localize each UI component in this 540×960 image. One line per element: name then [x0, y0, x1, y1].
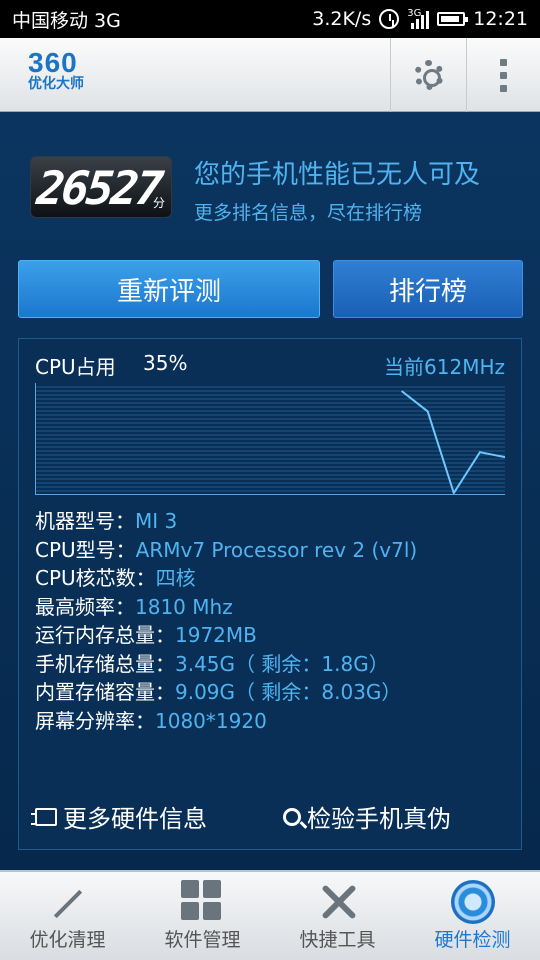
- clock: 12:21: [473, 8, 528, 30]
- cpu-frequency: 当前612MHz: [384, 355, 505, 379]
- spec-row: 手机存储总量：3.45G（ 剩余：1.8G）: [35, 651, 389, 676]
- performance-headline: 您的手机性能已无人可及: [194, 160, 481, 190]
- settings-button[interactable]: [390, 38, 466, 112]
- spec-list: 机器型号：MI 3 CPU型号：ARMv7 Processor rev 2 (v…: [35, 507, 417, 735]
- app-logo: 360 优化大师: [28, 47, 84, 93]
- main-content: 26527 分 您的手机性能已无人可及 更多排名信息，尽在排行榜 重新评测 排行…: [0, 112, 540, 870]
- verify-phone-label: 检验手机真伪: [307, 805, 451, 833]
- search-icon: [283, 807, 301, 826]
- grid-icon: [180, 880, 225, 924]
- hardware-panel: CPU占用 35% 当前612MHz 机器型号：MI 3 CPU型号：ARMv7…: [18, 338, 522, 850]
- radar-icon: [450, 880, 495, 924]
- ranking-hint-link[interactable]: 更多排名信息，尽在排行榜: [194, 198, 422, 225]
- spec-row: 屏幕分辨率：1080*1920: [35, 708, 267, 733]
- tab-label: 软件管理: [164, 929, 241, 951]
- status-right: 3.2K/s 3G 12:21: [312, 8, 528, 30]
- tab-software-manage[interactable]: 软件管理: [135, 872, 270, 960]
- gear-icon: [413, 60, 444, 90]
- retest-button[interactable]: 重新评测: [18, 260, 320, 318]
- verify-phone-link[interactable]: 检验手机真伪: [283, 799, 451, 834]
- score-display: 26527 分: [30, 156, 172, 218]
- score-unit: 分: [152, 196, 165, 210]
- spec-row: CPU型号：ARMv7 Processor rev 2 (v7l): [35, 537, 418, 562]
- bottom-nav: 优化清理 软件管理 快捷工具 硬件检测: [0, 870, 540, 960]
- tab-optimize-clean[interactable]: 优化清理: [0, 872, 135, 960]
- spec-row: 最高频率：1810 Mhz: [35, 594, 233, 619]
- tab-quick-tools[interactable]: 快捷工具: [270, 872, 405, 960]
- more-hardware-label: 更多硬件信息: [63, 805, 207, 833]
- status-bar: 中国移动 3G 3.2K/s 3G 12:21: [0, 0, 540, 38]
- tools-icon: [316, 880, 360, 924]
- carrier-label: 中国移动 3G: [12, 9, 121, 32]
- network-speed: 3.2K/s: [312, 8, 372, 30]
- tab-label: 硬件检测: [434, 929, 511, 951]
- spec-row: 内置存储容量：9.09G（ 剩余：8.03G）: [35, 680, 402, 704]
- score-value: 26527: [34, 161, 164, 215]
- cpu-usage-label: CPU占用: [35, 355, 116, 379]
- cpu-usage-value: 35%: [143, 351, 188, 375]
- logo-text: 优化大师: [28, 76, 84, 92]
- more-hardware-link[interactable]: 更多硬件信息: [31, 799, 207, 834]
- cpu-chart-svg: [36, 386, 505, 494]
- chip-icon: [31, 807, 57, 826]
- magic-wand-icon: [46, 880, 90, 924]
- overflow-menu-button[interactable]: [466, 38, 540, 112]
- spec-row: CPU核芯数：四核: [35, 566, 196, 590]
- spec-row: 机器型号：MI 3: [35, 509, 178, 533]
- alarm-icon: [379, 9, 400, 29]
- app-header: 360 优化大师: [0, 38, 540, 112]
- more-vertical-icon: [500, 58, 507, 92]
- tab-label: 快捷工具: [299, 929, 376, 951]
- panel-links: 更多硬件信息 检验手机真伪: [19, 789, 523, 839]
- tab-hardware-detect[interactable]: 硬件检测: [405, 872, 540, 960]
- signal-icon: 3G: [407, 9, 430, 29]
- cpu-usage-chart: [35, 383, 505, 495]
- logo-number: 360: [28, 47, 78, 78]
- ranking-button[interactable]: 排行榜: [333, 260, 523, 318]
- tab-label: 优化清理: [29, 929, 106, 951]
- battery-icon: [437, 12, 469, 26]
- cpu-usage-line: [400, 390, 505, 494]
- spec-row: 运行内存总量：1972MB: [35, 623, 257, 647]
